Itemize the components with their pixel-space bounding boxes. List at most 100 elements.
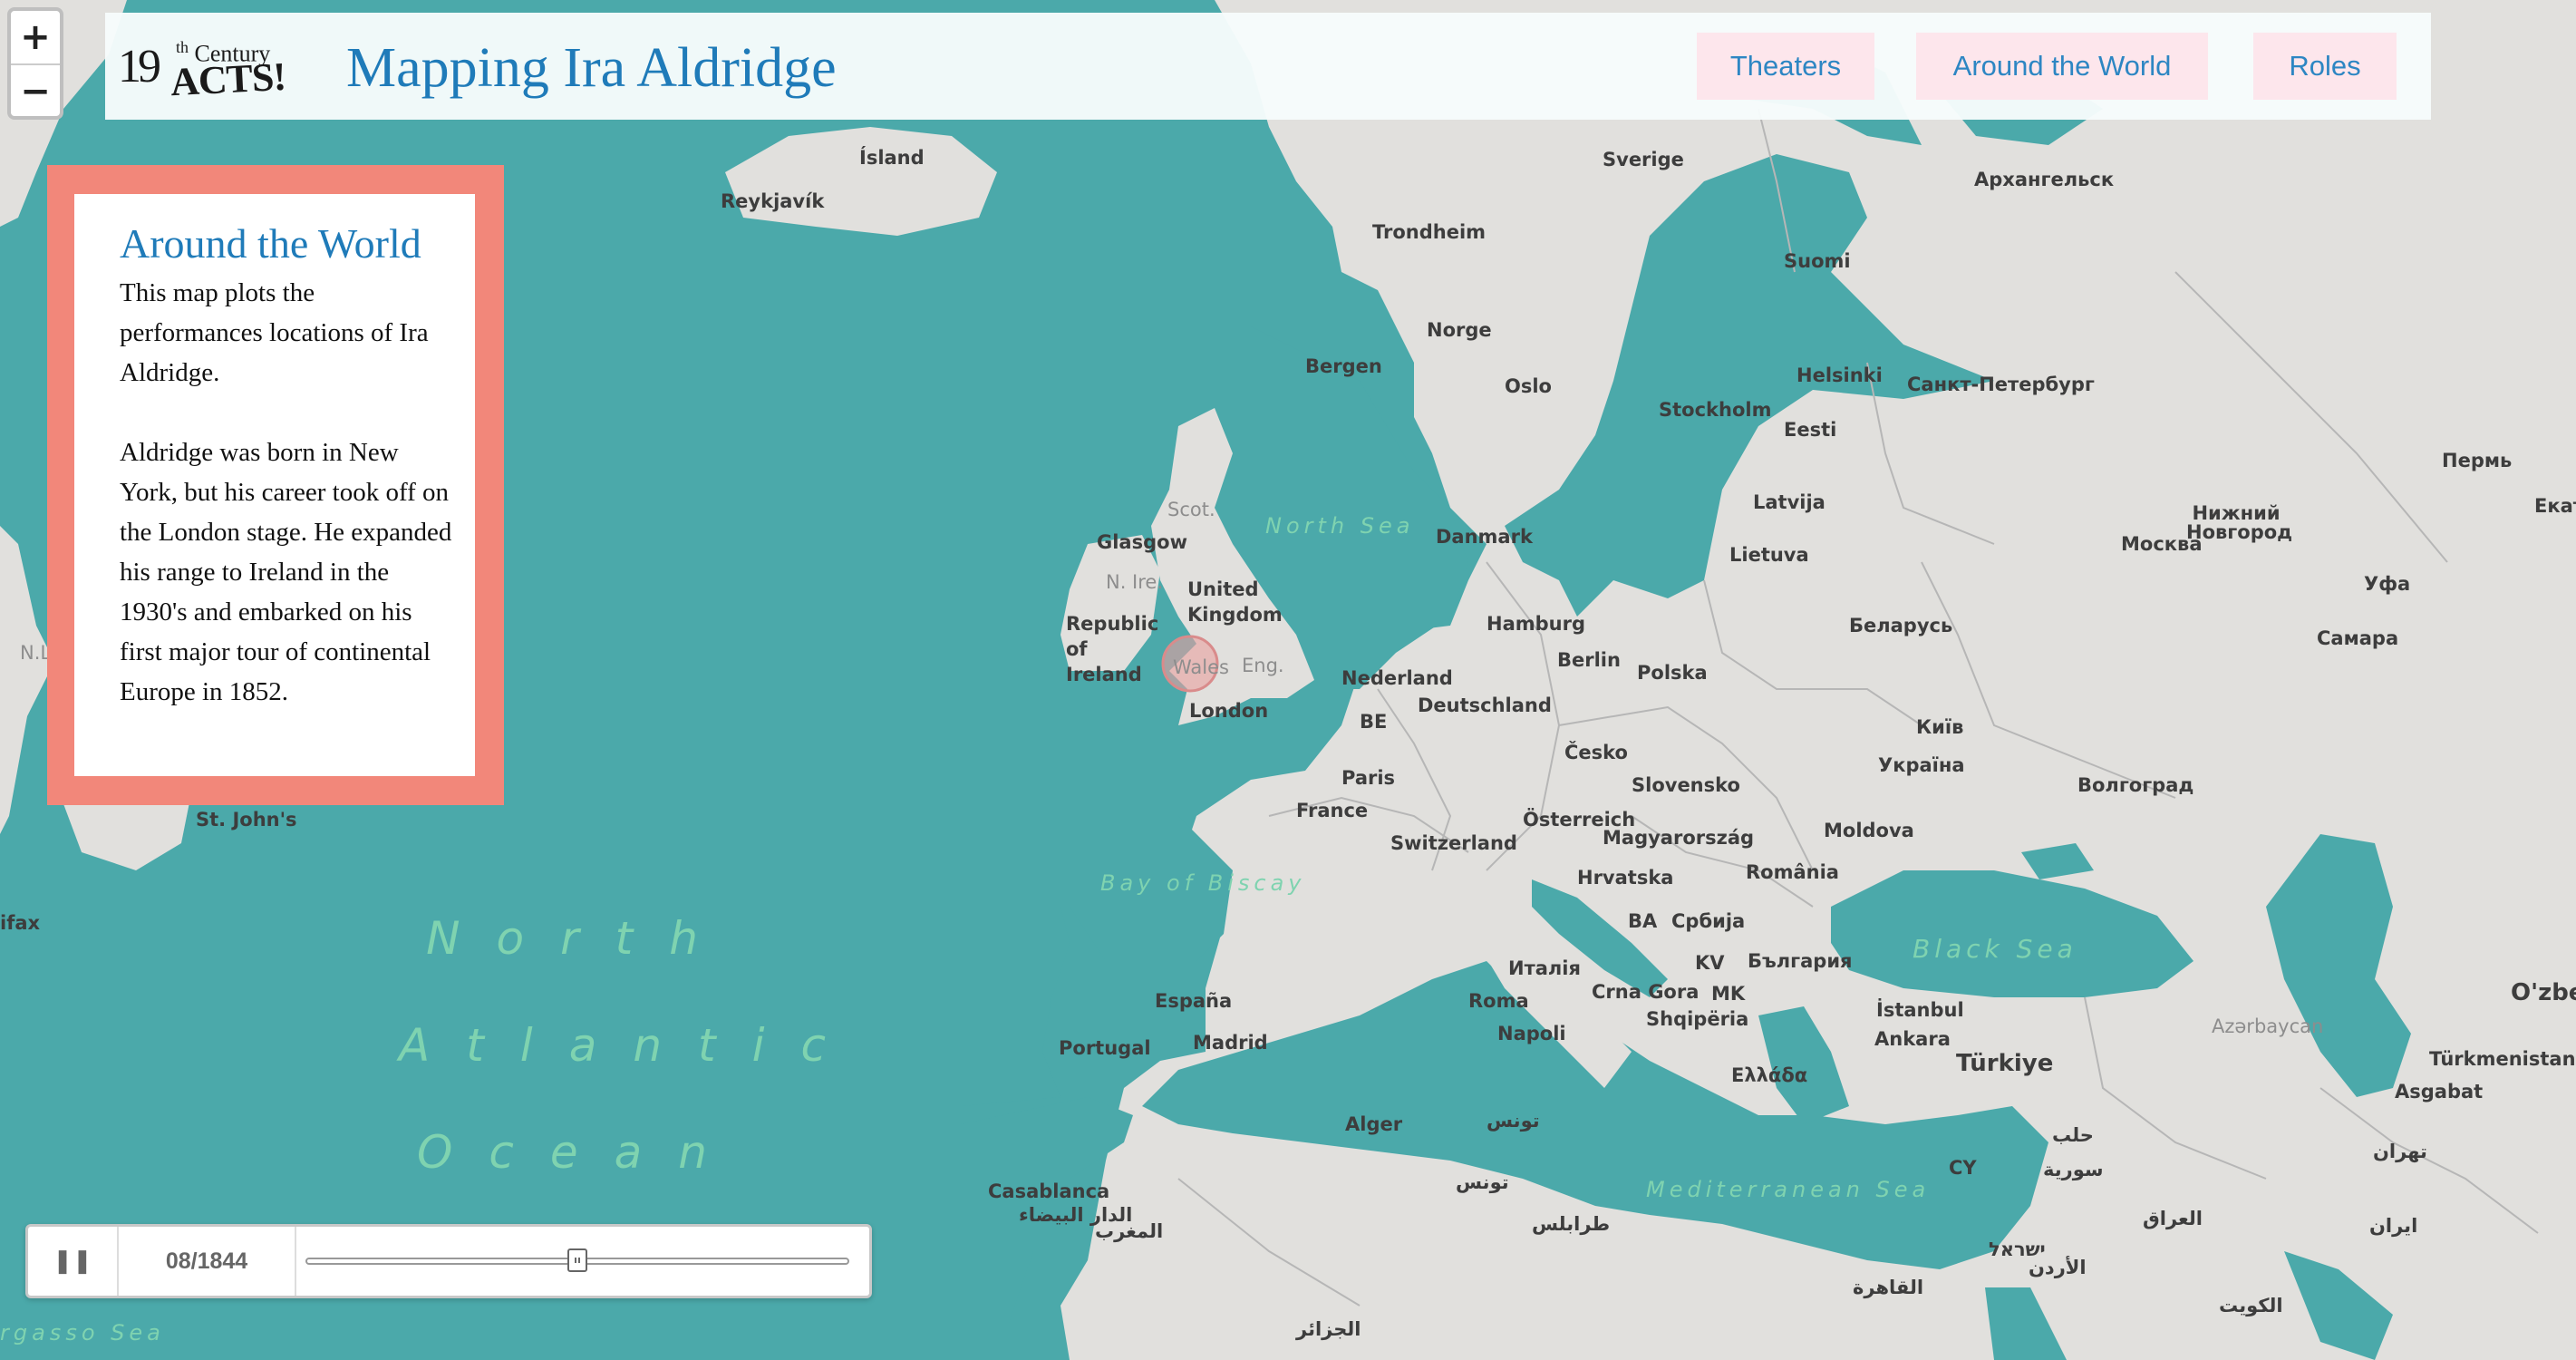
map-label: Napoli xyxy=(1497,1023,1566,1044)
map-label: Paris xyxy=(1341,767,1396,789)
nav-theaters-button[interactable]: Theaters xyxy=(1697,33,1874,100)
map-label: Волгоград xyxy=(2077,774,2194,796)
map-label: Україна xyxy=(1878,754,1965,776)
map-label: CY xyxy=(1949,1157,1977,1179)
map-label: Azərbaycan xyxy=(2212,1015,2324,1037)
map-label: ifax xyxy=(0,912,41,934)
map-label: طرابلس xyxy=(1532,1213,1611,1235)
map-label: MK xyxy=(1711,983,1746,1005)
map-label: Wales xyxy=(1173,656,1229,678)
map-label: United Kingdom xyxy=(1187,578,1283,626)
map-label: Санкт-Петербург xyxy=(1907,374,2095,395)
map-label: Reykjavík xyxy=(721,190,825,212)
map-label: Москва xyxy=(2121,533,2203,555)
map-label: Norge xyxy=(1427,319,1492,341)
logo-number: 19 xyxy=(118,41,161,92)
map-label: Архангельск xyxy=(1974,169,2115,190)
map-label: Danmark xyxy=(1436,526,1533,548)
map-label: Türkiye xyxy=(1956,1050,2054,1077)
map-label: Moldova xyxy=(1824,820,1914,841)
map-label: Helsinki xyxy=(1796,364,1883,386)
map-label: Trondheim xyxy=(1372,221,1487,243)
pause-button[interactable]: ❚❚ xyxy=(28,1227,119,1296)
map-label: Ankara xyxy=(1874,1028,1951,1050)
map-label: Nederland xyxy=(1341,667,1453,689)
timeline-slider-handle[interactable] xyxy=(567,1248,587,1272)
map-label: حلب xyxy=(2052,1124,2094,1146)
info-paragraph: Aldridge was born in New York, but his c… xyxy=(120,438,452,706)
map-label: Republic of Ireland xyxy=(1066,613,1159,685)
map-label: Asgabat xyxy=(2395,1081,2484,1103)
map-label: العراق xyxy=(2143,1208,2203,1229)
map-label: Lietuva xyxy=(1729,544,1809,566)
map-label: Київ xyxy=(1916,716,1964,738)
map-label: Türkmenistan xyxy=(2429,1048,2576,1070)
map-label: България xyxy=(1748,950,1853,972)
map-label: Sverige xyxy=(1603,149,1684,170)
map-label: Latvija xyxy=(1753,491,1825,513)
map-label: الكويت xyxy=(2219,1295,2283,1316)
map-label: St. John's xyxy=(196,809,297,831)
site-logo[interactable]: 19 th Century ACTS! xyxy=(118,27,286,104)
map-label: ایران xyxy=(2369,1215,2418,1237)
info-heading: Around the World xyxy=(120,220,421,267)
map-label: Bergen xyxy=(1305,355,1382,377)
sea-label: Bay of Biscay xyxy=(1100,870,1306,896)
map-label: تهران xyxy=(2373,1141,2427,1162)
nav-around-the-world-button[interactable]: Around the World xyxy=(1916,33,2208,100)
map-label: Roma xyxy=(1468,990,1529,1012)
map-label: Berlin xyxy=(1557,649,1621,671)
map-label: Stockholm xyxy=(1659,399,1772,421)
map-label: Беларусь xyxy=(1849,615,1953,636)
ocean-label: North Atlantic Ocean xyxy=(399,912,863,1179)
map-label: Alger xyxy=(1345,1113,1403,1135)
timeline-control: ❚❚ 08/1844 xyxy=(25,1224,872,1298)
sea-label: North Sea xyxy=(1265,513,1415,539)
map-label: Glasgow xyxy=(1097,531,1187,553)
map-label: المغرب xyxy=(1095,1220,1164,1242)
map-label: تونس xyxy=(1456,1171,1509,1193)
info-panel: Around the World This map plots the perf… xyxy=(47,165,504,805)
map-label: Eesti xyxy=(1784,419,1837,441)
land-canada xyxy=(0,526,54,834)
sea-label: rgasso Sea xyxy=(0,1320,165,1345)
map-label: القاهرة xyxy=(1853,1277,1924,1298)
map-label: Scot. xyxy=(1167,499,1215,520)
page-title: Mapping Ira Aldridge xyxy=(346,37,837,99)
map-label: الأردن xyxy=(2029,1257,2087,1278)
zoom-out-button[interactable]: − xyxy=(11,63,60,116)
map-label: Италія xyxy=(1508,957,1581,979)
map-label: BA xyxy=(1628,910,1658,932)
map-label: Уфа xyxy=(2364,573,2411,595)
map-label: N. Ire. xyxy=(1106,571,1164,593)
map-label: Magyarország xyxy=(1603,827,1755,849)
sea-label: Mediterranean Sea xyxy=(1646,1177,1931,1202)
map-label: Deutschland xyxy=(1418,695,1552,716)
info-panel-content: Around the World This map plots the perf… xyxy=(74,194,475,776)
info-paragraph: This map plots the performances location… xyxy=(120,278,429,387)
header-bar: 19 th Century ACTS! Mapping Ira Aldridge… xyxy=(105,13,2431,120)
timeline-date: 08/1844 xyxy=(119,1227,296,1296)
map-label: Madrid xyxy=(1193,1032,1268,1054)
map-label: Suomi xyxy=(1784,250,1851,272)
water-portugal-coast xyxy=(961,907,1070,1106)
nav-roles-button[interactable]: Roles xyxy=(2253,33,2397,100)
map-label: Eng. xyxy=(1242,655,1284,676)
map-label: Пермь xyxy=(2442,450,2513,471)
map-label: Србија xyxy=(1671,910,1746,932)
map-label: Hrvatska xyxy=(1577,867,1674,889)
map-label: KV xyxy=(1695,952,1725,974)
map-label: France xyxy=(1296,800,1369,821)
map-label: BE xyxy=(1360,711,1388,733)
zoom-control: + − xyxy=(7,7,63,120)
zoom-in-button[interactable]: + xyxy=(11,11,60,63)
sea-label: Black Sea xyxy=(1913,934,2077,964)
map-label: Slovensko xyxy=(1632,774,1740,796)
map-label: Екат xyxy=(2534,495,2576,517)
map-label: Shqipëria xyxy=(1646,1008,1749,1030)
map-label: Hamburg xyxy=(1487,613,1585,635)
map-label: الجزائر xyxy=(1296,1318,1361,1340)
map-label: România xyxy=(1746,861,1839,883)
map-label: Crna Gora xyxy=(1592,981,1700,1003)
map-label: Polska xyxy=(1637,662,1708,684)
